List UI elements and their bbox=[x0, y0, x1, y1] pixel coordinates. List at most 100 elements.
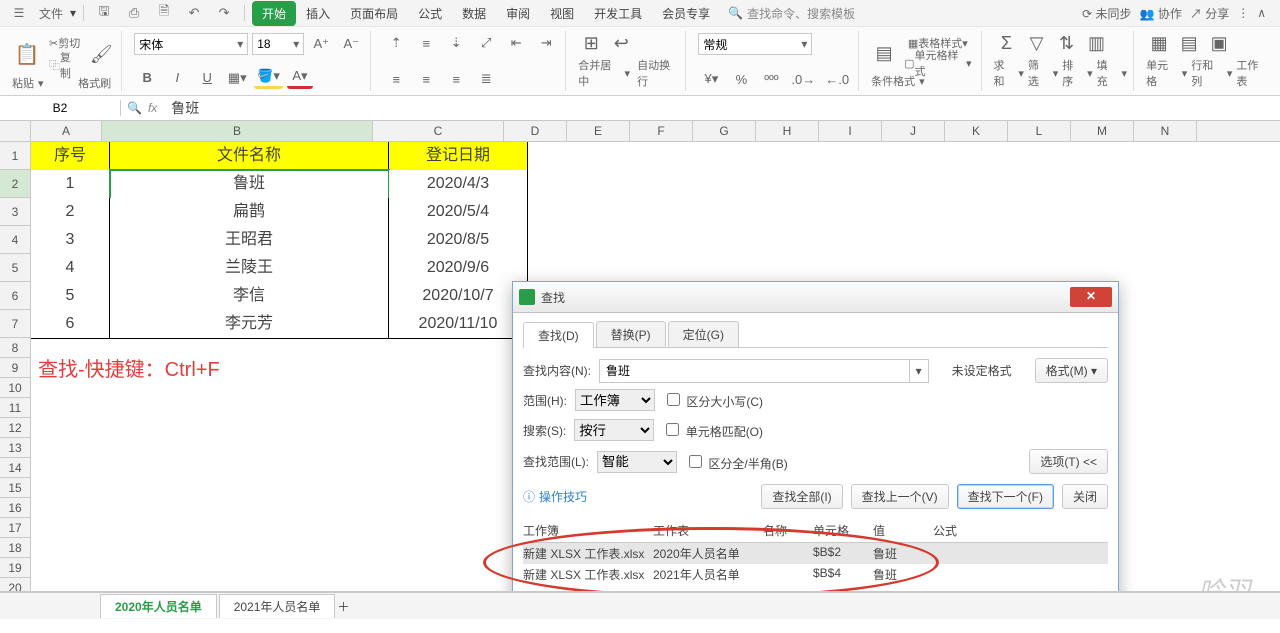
col-header[interactable]: N bbox=[1134, 121, 1197, 141]
tab-layout[interactable]: 页面布局 bbox=[340, 1, 408, 26]
row-header[interactable]: 5 bbox=[0, 254, 31, 282]
cell[interactable]: 序号 bbox=[31, 142, 110, 171]
redo-icon[interactable]: ↷ bbox=[211, 3, 237, 23]
tab-data[interactable]: 数据 bbox=[452, 1, 496, 26]
dec-dec-icon[interactable]: ←.0 bbox=[822, 69, 852, 89]
cell[interactable]: 扁鹊 bbox=[110, 198, 389, 227]
number-format-combo[interactable]: ▾ bbox=[698, 33, 812, 55]
find-content-input[interactable]: ▾ bbox=[599, 359, 929, 383]
chk-whole[interactable]: 单元格匹配(O) bbox=[662, 420, 763, 440]
row-header[interactable]: 12 bbox=[0, 418, 31, 438]
cell[interactable]: 登记日期 bbox=[389, 142, 528, 171]
wrap-icon[interactable]: ↩ bbox=[608, 33, 634, 53]
cell[interactable]: 2020/5/4 bbox=[389, 198, 528, 227]
close-button[interactable]: ✕ bbox=[1070, 287, 1112, 307]
col-header[interactable]: I bbox=[819, 121, 882, 141]
cell[interactable]: 3 bbox=[31, 226, 110, 255]
cell[interactable]: 2020/4/3 bbox=[389, 170, 528, 199]
name-box[interactable] bbox=[0, 100, 121, 116]
row-header[interactable]: 10 bbox=[0, 378, 31, 398]
undo-icon[interactable]: ↶ bbox=[181, 3, 207, 23]
indent-inc-icon[interactable]: ⇥ bbox=[533, 33, 559, 53]
save-icon[interactable]: 🖫 bbox=[91, 3, 117, 23]
row-header[interactable]: 2 bbox=[0, 170, 31, 198]
search-select[interactable]: 按行 bbox=[574, 419, 654, 441]
col-header[interactable]: K bbox=[945, 121, 1008, 141]
row-header[interactable]: 3 bbox=[0, 198, 31, 226]
share-button[interactable]: ↗ 分享 bbox=[1190, 5, 1229, 22]
merge-icon[interactable]: ⊞ bbox=[578, 33, 604, 53]
tab-view[interactable]: 视图 bbox=[540, 1, 584, 26]
select-all-corner[interactable] bbox=[0, 121, 31, 141]
cell[interactable]: 1 bbox=[31, 170, 110, 199]
fill-icon[interactable]: ▥ bbox=[1084, 33, 1110, 53]
indent-dec-icon[interactable]: ⇤ bbox=[503, 33, 529, 53]
col-header[interactable]: G bbox=[693, 121, 756, 141]
row-header[interactable]: 14 bbox=[0, 458, 31, 478]
cell[interactable]: 6 bbox=[31, 310, 110, 339]
copy-button[interactable]: ⿻ 复制 bbox=[46, 55, 83, 75]
sheet-tab-1[interactable]: 2020年人员名单 bbox=[100, 594, 217, 618]
row-header[interactable]: 7 bbox=[0, 310, 31, 338]
format-button[interactable]: 格式(M) ▾ bbox=[1035, 358, 1108, 383]
result-row[interactable]: 新建 XLSX 工作表.xlsx 2020年人员名单 $B$2 鲁班 bbox=[523, 543, 1108, 564]
result-row[interactable]: 新建 XLSX 工作表.xlsx 2021年人员名单 $B$4 鲁班 bbox=[523, 564, 1108, 585]
thousand-icon[interactable]: ººº bbox=[758, 69, 784, 89]
border-icon[interactable]: ▦▾ bbox=[224, 68, 250, 88]
bold-icon[interactable]: B bbox=[134, 68, 160, 88]
cell[interactable]: 2020/10/7 bbox=[389, 282, 528, 311]
col-header[interactable]: D bbox=[504, 121, 567, 141]
row-header[interactable]: 9 bbox=[0, 358, 31, 378]
sync-status[interactable]: ⟳ 未同步 bbox=[1082, 5, 1131, 22]
col-header[interactable]: F bbox=[630, 121, 693, 141]
filter-icon[interactable]: ▽ bbox=[1024, 33, 1050, 53]
tab-formula[interactable]: 公式 bbox=[408, 1, 452, 26]
cell[interactable]: 2020/9/6 bbox=[389, 254, 528, 283]
row-header[interactable]: 19 bbox=[0, 558, 31, 578]
scope-select[interactable]: 工作簿 bbox=[575, 389, 655, 411]
cell[interactable]: 2020/11/10 bbox=[389, 310, 528, 339]
formula-bar[interactable]: 鲁班 bbox=[163, 98, 1280, 118]
sheet-tab-2[interactable]: 2021年人员名单 bbox=[219, 594, 336, 618]
cell[interactable]: 李元芳 bbox=[110, 310, 389, 339]
row-header[interactable]: 4 bbox=[0, 226, 31, 254]
align-right-icon[interactable]: ≡ bbox=[443, 69, 469, 89]
cond-fmt-icon[interactable]: ▤ bbox=[871, 43, 897, 63]
col-header[interactable]: L bbox=[1008, 121, 1071, 141]
col-header[interactable]: E bbox=[567, 121, 630, 141]
dec-inc-icon[interactable]: .0→ bbox=[788, 69, 818, 89]
tab-insert[interactable]: 插入 bbox=[296, 1, 340, 26]
row-header[interactable]: 20 bbox=[0, 578, 31, 592]
cell[interactable]: 文件名称 bbox=[110, 142, 389, 171]
format-painter-icon[interactable]: 🖌 bbox=[87, 44, 115, 64]
cells-icon[interactable]: ▦ bbox=[1146, 33, 1172, 53]
preview-icon[interactable]: 🗎 bbox=[151, 3, 177, 23]
tab-find[interactable]: 查找(D) bbox=[523, 322, 594, 348]
find-all-button[interactable]: 查找全部(I) bbox=[761, 484, 842, 509]
cell[interactable]: 王昭君 bbox=[110, 226, 389, 255]
col-header[interactable]: J bbox=[882, 121, 945, 141]
currency-icon[interactable]: ¥▾ bbox=[698, 69, 724, 89]
align-left-icon[interactable]: ≡ bbox=[383, 69, 409, 89]
sort-icon[interactable]: ⇅ bbox=[1054, 33, 1080, 53]
font-family-combo[interactable]: ▾ bbox=[134, 33, 248, 55]
find-next-button[interactable]: 查找下一个(F) bbox=[957, 484, 1054, 509]
row-header[interactable]: 13 bbox=[0, 438, 31, 458]
chevron-icon[interactable]: ∧ bbox=[1257, 6, 1266, 20]
italic-icon[interactable]: I bbox=[164, 68, 190, 88]
cell[interactable]: 5 bbox=[31, 282, 110, 311]
row-header[interactable]: 16 bbox=[0, 498, 31, 518]
omni-search[interactable]: 🔍 查找命令、搜索模板 bbox=[728, 5, 855, 22]
row-header[interactable]: 1 bbox=[0, 142, 31, 170]
close-button[interactable]: 关闭 bbox=[1062, 484, 1108, 509]
row-header[interactable]: 6 bbox=[0, 282, 31, 310]
more-icon[interactable]: ⋮ bbox=[1237, 6, 1249, 20]
tab-vip[interactable]: 会员专享 bbox=[652, 1, 720, 26]
cell[interactable]: 李信 bbox=[110, 282, 389, 311]
search-cell-icon[interactable]: 🔍 bbox=[127, 101, 142, 115]
fx-icon[interactable]: fx bbox=[148, 101, 157, 115]
hamburger-icon[interactable]: ☰ bbox=[6, 3, 32, 23]
align-justify-icon[interactable]: ≣ bbox=[473, 69, 499, 89]
inc-font-icon[interactable]: A⁺ bbox=[308, 34, 334, 54]
tab-start[interactable]: 开始 bbox=[252, 1, 296, 26]
